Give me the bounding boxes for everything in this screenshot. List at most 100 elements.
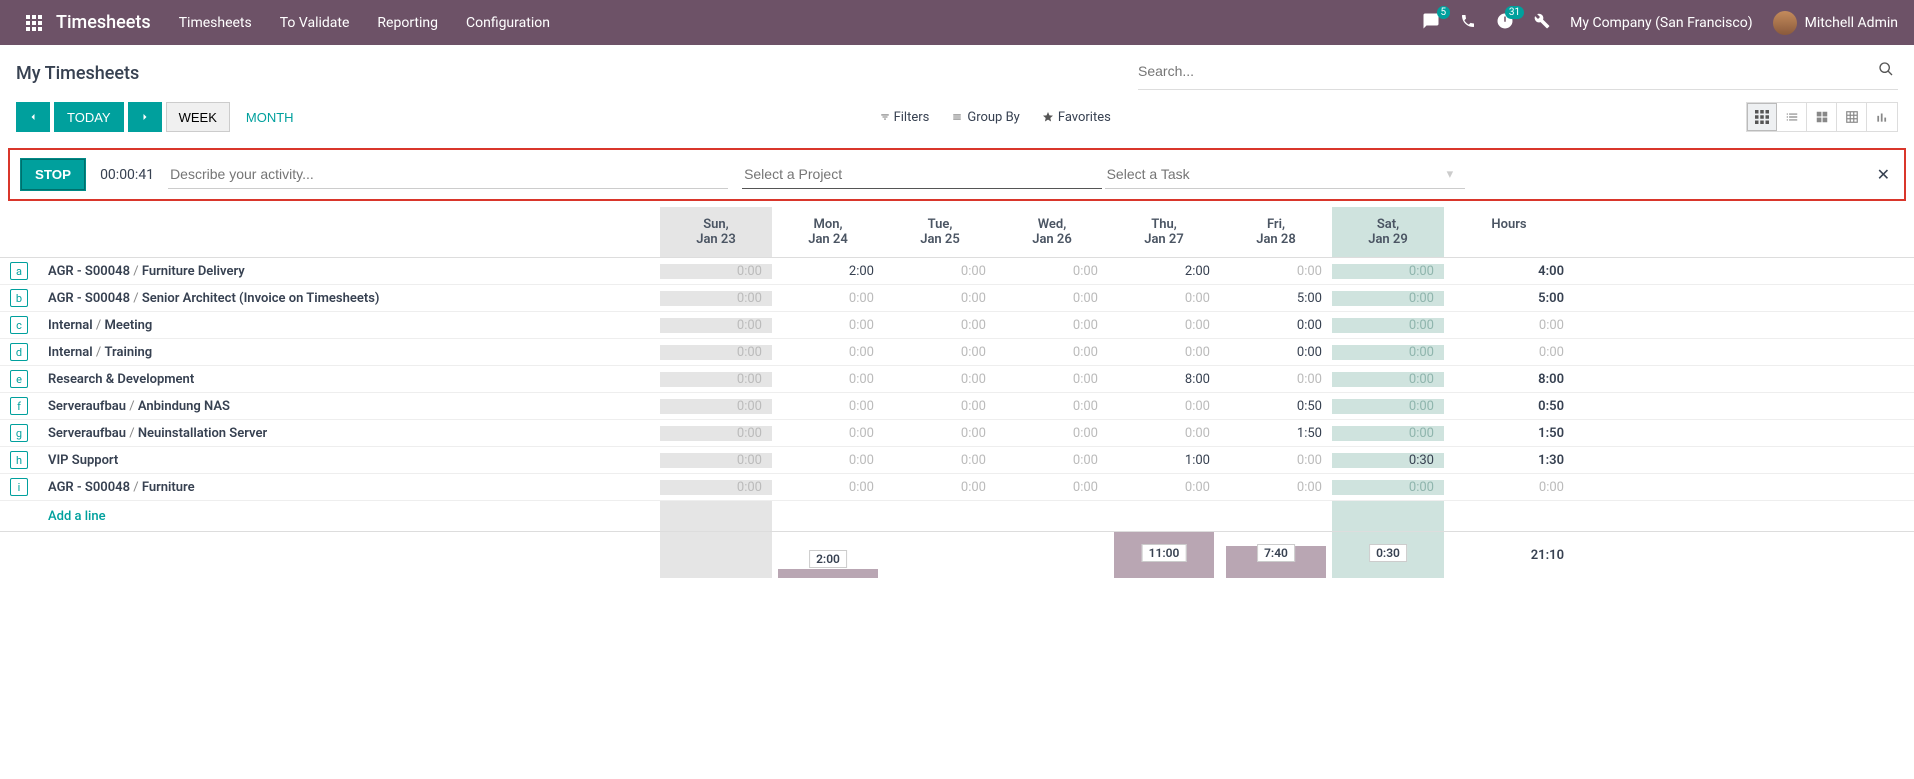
time-cell[interactable]: 0:00 [772, 426, 884, 441]
time-cell[interactable]: 0:00 [1332, 372, 1444, 387]
time-cell[interactable]: 0:00 [884, 264, 996, 279]
row-label[interactable]: AGR - S00048 / Senior Architect (Invoice… [34, 291, 660, 306]
time-cell[interactable]: 0:00 [1108, 480, 1220, 495]
close-icon[interactable]: ✕ [1877, 165, 1890, 184]
row-label[interactable]: Serveraufbau / Neuinstallation Server [34, 426, 660, 441]
time-cell[interactable]: 0:00 [996, 318, 1108, 333]
time-cell[interactable]: 0:00 [660, 264, 772, 279]
view-graph-icon[interactable] [1867, 103, 1897, 131]
time-cell[interactable]: 0:00 [884, 480, 996, 495]
time-cell[interactable]: 0:00 [772, 453, 884, 468]
time-cell[interactable]: 8:00 [1108, 372, 1220, 387]
time-cell[interactable]: 0:00 [996, 345, 1108, 360]
task-select[interactable] [1105, 160, 1465, 189]
time-cell[interactable]: 0:00 [1108, 291, 1220, 306]
view-pivot-icon[interactable] [1837, 103, 1867, 131]
time-cell[interactable]: 0:00 [996, 399, 1108, 414]
time-cell[interactable]: 0:00 [1220, 480, 1332, 495]
project-select[interactable] [742, 160, 1102, 189]
row-label[interactable]: VIP Support [34, 453, 660, 468]
row-label[interactable]: AGR - S00048 / Furniture Delivery [34, 264, 660, 279]
time-cell[interactable]: 0:00 [772, 318, 884, 333]
row-label[interactable]: Serveraufbau / Anbindung NAS [34, 399, 660, 414]
time-cell[interactable]: 0:00 [884, 453, 996, 468]
time-cell[interactable]: 0:00 [1220, 372, 1332, 387]
filters-dropdown[interactable]: Filters [880, 110, 930, 125]
time-cell[interactable]: 0:00 [660, 399, 772, 414]
time-cell[interactable]: 0:00 [996, 264, 1108, 279]
prev-button[interactable] [16, 102, 50, 132]
time-cell[interactable]: 0:00 [996, 426, 1108, 441]
time-cell[interactable]: 0:00 [884, 345, 996, 360]
time-cell[interactable]: 0:00 [660, 453, 772, 468]
time-cell[interactable]: 0:00 [1332, 399, 1444, 414]
time-cell[interactable]: 0:00 [1332, 264, 1444, 279]
nav-to-validate[interactable]: To Validate [280, 15, 350, 31]
time-cell[interactable]: 0:00 [884, 426, 996, 441]
time-cell[interactable]: 0:00 [772, 372, 884, 387]
time-cell[interactable]: 0:00 [1220, 318, 1332, 333]
row-label[interactable]: Internal / Meeting [34, 318, 660, 333]
favorites-dropdown[interactable]: Favorites [1042, 110, 1111, 125]
time-cell[interactable]: 0:00 [772, 291, 884, 306]
row-key[interactable]: d [10, 343, 28, 361]
stop-button[interactable]: STOP [20, 158, 86, 191]
time-cell[interactable]: 2:00 [772, 264, 884, 279]
time-cell[interactable]: 0:00 [660, 345, 772, 360]
messages-icon[interactable]: 5 [1422, 12, 1440, 34]
time-cell[interactable]: 0:50 [1220, 399, 1332, 414]
time-cell[interactable]: 0:00 [1332, 318, 1444, 333]
app-title[interactable]: Timesheets [56, 12, 151, 33]
time-cell[interactable]: 0:00 [1332, 480, 1444, 495]
time-cell[interactable]: 0:00 [772, 345, 884, 360]
groupby-dropdown[interactable]: Group By [951, 110, 1020, 125]
time-cell[interactable]: 0:00 [1220, 264, 1332, 279]
row-key[interactable]: f [10, 397, 28, 415]
row-key[interactable]: g [10, 424, 28, 442]
time-cell[interactable]: 0:00 [660, 291, 772, 306]
row-key[interactable]: a [10, 262, 28, 280]
row-key[interactable]: b [10, 289, 28, 307]
time-cell[interactable]: 0:00 [1332, 426, 1444, 441]
add-line-button[interactable]: Add a line [0, 501, 660, 531]
user-menu[interactable]: Mitchell Admin [1773, 11, 1898, 35]
time-cell[interactable]: 0:00 [996, 480, 1108, 495]
company-selector[interactable]: My Company (San Francisco) [1570, 15, 1752, 31]
search[interactable] [1138, 57, 1898, 90]
week-button[interactable]: WEEK [166, 102, 230, 132]
activity-description-input[interactable] [168, 160, 728, 189]
time-cell[interactable]: 0:00 [1220, 453, 1332, 468]
time-cell[interactable]: 0:00 [996, 291, 1108, 306]
time-cell[interactable]: 0:00 [1108, 318, 1220, 333]
row-key[interactable]: h [10, 451, 28, 469]
time-cell[interactable]: 0:00 [884, 291, 996, 306]
activities-icon[interactable]: 31 [1496, 12, 1514, 34]
time-cell[interactable]: 0:00 [1108, 426, 1220, 441]
time-cell[interactable]: 0:00 [660, 318, 772, 333]
time-cell[interactable]: 0:00 [660, 372, 772, 387]
view-list-icon[interactable] [1777, 103, 1807, 131]
apps-icon[interactable] [16, 5, 52, 41]
time-cell[interactable]: 0:00 [1108, 399, 1220, 414]
time-cell[interactable]: 0:00 [1220, 345, 1332, 360]
time-cell[interactable]: 1:00 [1108, 453, 1220, 468]
time-cell[interactable]: 2:00 [1108, 264, 1220, 279]
view-grid-icon[interactable] [1747, 103, 1777, 131]
time-cell[interactable]: 0:00 [1108, 345, 1220, 360]
nav-timesheets[interactable]: Timesheets [179, 15, 252, 31]
time-cell[interactable]: 0:00 [1332, 345, 1444, 360]
row-key[interactable]: i [10, 478, 28, 496]
time-cell[interactable]: 0:00 [772, 399, 884, 414]
time-cell[interactable]: 0:00 [884, 372, 996, 387]
row-key[interactable]: c [10, 316, 28, 334]
row-label[interactable]: AGR - S00048 / Furniture [34, 480, 660, 495]
time-cell[interactable]: 0:00 [996, 453, 1108, 468]
search-input[interactable] [1138, 63, 1874, 79]
nav-reporting[interactable]: Reporting [377, 15, 438, 31]
debug-icon[interactable] [1534, 13, 1550, 33]
search-icon[interactable] [1874, 57, 1898, 85]
time-cell[interactable]: 0:00 [996, 372, 1108, 387]
time-cell[interactable]: 0:30 [1332, 453, 1444, 468]
row-label[interactable]: Research & Development [34, 372, 660, 387]
time-cell[interactable]: 0:00 [884, 318, 996, 333]
